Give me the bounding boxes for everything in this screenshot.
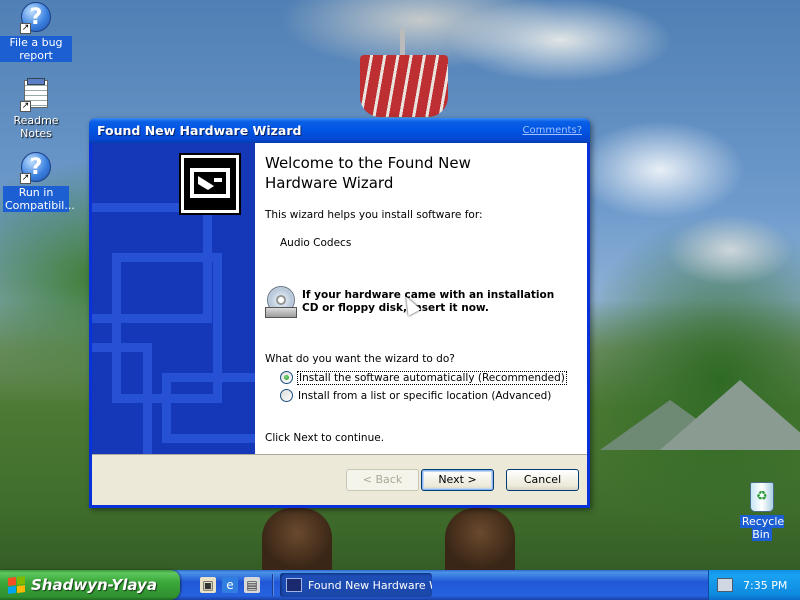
window-body: Welcome to the Found New Hardware Wizard… bbox=[92, 143, 587, 505]
wizard-button-bar: < Back Next > Cancel bbox=[92, 454, 587, 505]
desktop-icon-label: Readme Notes bbox=[13, 114, 59, 140]
option-install-from-list[interactable]: Install from a list or specific location… bbox=[280, 389, 579, 402]
start-label: Shadwyn-Ylaya bbox=[31, 576, 157, 594]
shortcut-arrow-icon: ↗ bbox=[20, 23, 31, 34]
wizard-task-icon bbox=[286, 578, 302, 592]
cancel-button[interactable]: Cancel bbox=[506, 469, 579, 491]
shortcut-arrow-icon: ↗ bbox=[20, 173, 31, 184]
wizard-heading: Welcome to the Found New Hardware Wizard bbox=[265, 154, 471, 192]
hardware-wizard-icon bbox=[179, 153, 241, 215]
clock[interactable]: 7:35 PM bbox=[743, 579, 787, 592]
window-titlebar[interactable]: Found New Hardware Wizard Comments? bbox=[89, 118, 590, 143]
wallpaper-creature bbox=[445, 508, 515, 570]
radio-label[interactable]: Install the software automatically (Reco… bbox=[297, 370, 567, 385]
wallpaper-mountain bbox=[660, 380, 800, 450]
taskbar-button-label: Found New Hardware W... bbox=[308, 578, 432, 592]
desktop-icon-label: Run in Compatibil... bbox=[3, 186, 75, 212]
recycle-bin-icon bbox=[750, 482, 774, 512]
media-player-icon[interactable]: ▤ bbox=[244, 577, 260, 593]
desktop-icon-run-compat[interactable]: ? ↗ Run in Compatibil... bbox=[0, 152, 75, 212]
back-button[interactable]: < Back bbox=[346, 469, 419, 491]
next-hint: Click Next to continue. bbox=[265, 432, 385, 444]
cd-prompt: If your hardware came with an installati… bbox=[302, 289, 555, 314]
next-button[interactable]: Next > bbox=[421, 469, 494, 491]
device-name: Audio Codecs bbox=[280, 237, 352, 249]
radio-button-checked[interactable] bbox=[280, 371, 293, 384]
internet-explorer-icon[interactable]: e bbox=[222, 577, 238, 593]
desktop-icon-file-bug[interactable]: ? ↗ File a bug report bbox=[0, 2, 72, 62]
option-install-automatically[interactable]: Install the software automatically (Reco… bbox=[280, 370, 579, 385]
help-icon: ? ↗ bbox=[20, 152, 52, 184]
shortcut-arrow-icon: ↗ bbox=[20, 101, 31, 112]
windows-flag-icon bbox=[8, 576, 25, 594]
help-icon: ? ↗ bbox=[20, 2, 52, 34]
radio-label[interactable]: Install from a list or specific location… bbox=[298, 390, 551, 402]
taskbar: Shadwyn-Ylaya ▣ e ▤ Found New Hardware W… bbox=[0, 570, 800, 600]
wizard-content: Welcome to the Found New Hardware Wizard… bbox=[255, 143, 587, 454]
wizard-question: What do you want the wizard to do? bbox=[265, 353, 455, 365]
wizard-intro: This wizard helps you install software f… bbox=[265, 209, 483, 221]
tray-device-icon[interactable] bbox=[717, 578, 733, 592]
desktop-icon-label: File a bug report bbox=[0, 36, 72, 62]
desktop-icon-label: Recycle Bin bbox=[739, 515, 785, 541]
quick-launch-separator bbox=[272, 574, 274, 596]
desktop-icon-readme[interactable]: ↗ Readme Notes bbox=[0, 78, 72, 140]
wizard-window: Found New Hardware Wizard Comments? Welc… bbox=[89, 118, 590, 508]
cd-drive-icon bbox=[265, 286, 297, 318]
comments-link[interactable]: Comments? bbox=[522, 125, 582, 136]
wallpaper-creature bbox=[262, 508, 332, 570]
taskbar-button-wizard[interactable]: Found New Hardware W... bbox=[280, 573, 432, 597]
wizard-side-banner bbox=[92, 143, 255, 454]
radio-button[interactable] bbox=[280, 389, 293, 402]
quick-launch: ▣ e ▤ bbox=[200, 574, 274, 596]
notepad-icon: ↗ bbox=[20, 78, 52, 112]
start-button[interactable]: Shadwyn-Ylaya bbox=[0, 570, 180, 600]
system-tray: 7:35 PM bbox=[708, 570, 800, 600]
window-title: Found New Hardware Wizard bbox=[97, 123, 302, 138]
wallpaper-flag bbox=[360, 55, 448, 117]
show-desktop-icon[interactable]: ▣ bbox=[200, 577, 216, 593]
desktop-icon-recycle-bin[interactable]: Recycle Bin bbox=[730, 482, 794, 541]
